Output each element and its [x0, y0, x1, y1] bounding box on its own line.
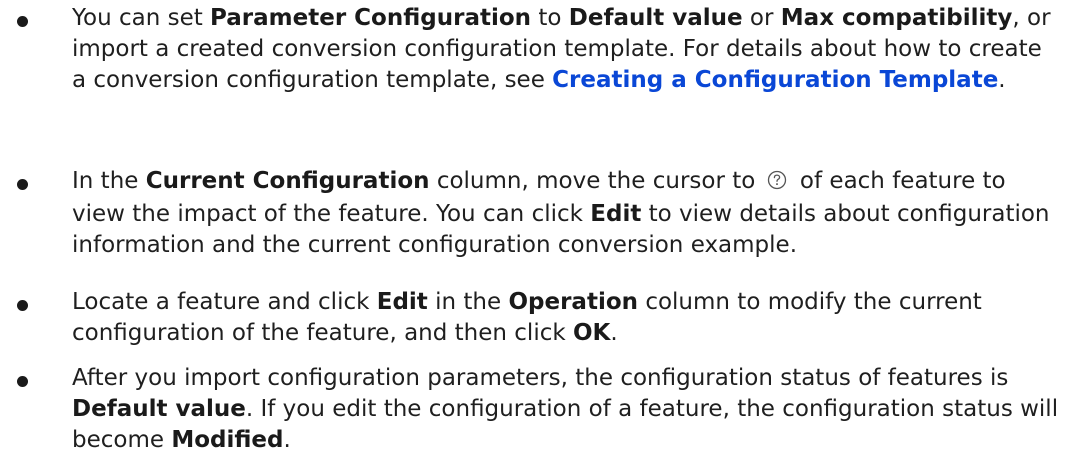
text-run: to [531, 5, 569, 31]
text-run: . [283, 427, 291, 453]
bullet-dot [17, 300, 28, 311]
bold-term: Current Configuration [145, 168, 430, 194]
text-run: or [742, 5, 781, 31]
list-item-text: In the Current Configuration column, mov… [72, 166, 1062, 261]
document-page: You can set Parameter Configuration to D… [0, 0, 1071, 453]
creating-configuration-template-link[interactable]: Creating a Configuration Template [552, 67, 998, 93]
bold-term: Modified [171, 427, 284, 453]
bold-term: Edit [590, 201, 642, 227]
bold-term: Default value [568, 5, 743, 31]
text-run: . [610, 320, 618, 346]
text-run: column, move the cursor to [429, 168, 763, 194]
bold-term: Parameter Configuration [210, 5, 532, 31]
bold-term: Max compatibility [780, 5, 1013, 31]
text-run: Locate a feature and click [72, 289, 377, 315]
bold-term: Default value [72, 396, 246, 422]
list-item-text: Locate a feature and click Edit in the O… [72, 287, 1062, 349]
bullet-dot [17, 16, 28, 27]
text-run: In the [72, 168, 146, 194]
bullet-dot [17, 179, 28, 190]
bold-term: OK [573, 320, 611, 346]
bold-term: Operation [508, 289, 639, 315]
list-item-text: After you import configuration parameter… [72, 363, 1062, 456]
list-item-text: You can set Parameter Configuration to D… [72, 3, 1062, 96]
bullet-dot [17, 376, 28, 387]
text-run: in the [427, 289, 509, 315]
question-circle-icon [767, 168, 787, 199]
text-run: You can set [72, 5, 211, 31]
text-run: . [998, 67, 1006, 93]
text-run: After you import configuration parameter… [72, 365, 1009, 391]
bold-term: Edit [376, 289, 428, 315]
